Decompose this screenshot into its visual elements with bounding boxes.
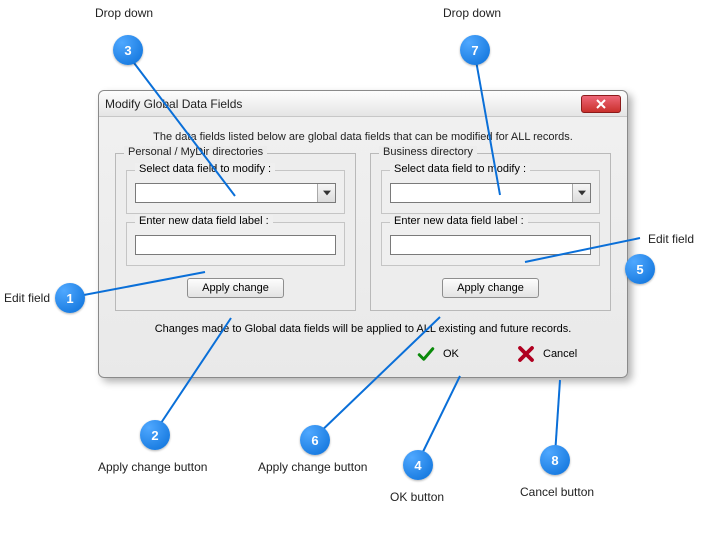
callout-bubble-6: 6 [300,425,330,455]
callout-bubble-7: 7 [460,35,490,65]
business-enter-sub: Enter new data field label : [381,222,600,266]
close-icon [595,99,607,109]
business-select-dropdown-button[interactable] [572,184,590,202]
personal-select-input[interactable] [136,184,317,202]
business-select-legend: Select data field to modify : [390,163,530,175]
x-icon [517,345,535,363]
personal-group: Personal / MyDir directories Select data… [115,153,356,311]
checkmark-icon [417,345,435,363]
dialog-body: The data fields listed below are global … [99,117,627,377]
personal-enter-input[interactable] [135,235,336,255]
business-enter-legend: Enter new data field label : [390,215,528,227]
columns: Personal / MyDir directories Select data… [115,153,611,311]
personal-select-combo[interactable] [135,183,336,203]
personal-legend: Personal / MyDir directories [124,146,267,158]
callout-label-6: Apply change button [258,460,367,474]
business-enter-input[interactable] [390,235,591,255]
callout-label-7: Drop down [443,6,501,20]
personal-enter-sub: Enter new data field label : [126,222,345,266]
titlebar: Modify Global Data Fields [99,91,627,117]
business-select-combo[interactable] [390,183,591,203]
business-group: Business directory Select data field to … [370,153,611,311]
modify-global-data-fields-dialog: Modify Global Data Fields The data field… [98,90,628,378]
ok-button[interactable]: OK [417,345,487,363]
personal-apply-button[interactable]: Apply change [187,278,284,298]
chevron-down-icon [323,190,331,196]
business-legend: Business directory [379,146,477,158]
ok-label: OK [443,348,487,360]
close-button[interactable] [581,95,621,113]
business-apply-button[interactable]: Apply change [442,278,539,298]
cancel-button[interactable]: Cancel [517,345,587,363]
callout-bubble-2: 2 [140,420,170,450]
business-select-sub: Select data field to modify : [381,170,600,214]
personal-select-legend: Select data field to modify : [135,163,275,175]
cancel-label: Cancel [543,348,587,360]
chevron-down-icon [578,190,586,196]
callout-label-2: Apply change button [98,460,207,474]
dialog-title: Modify Global Data Fields [105,97,581,111]
callout-label-4: OK button [390,490,444,504]
callout-bubble-1: 1 [55,283,85,313]
callout-bubble-8: 8 [540,445,570,475]
callout-bubble-4: 4 [403,450,433,480]
callout-label-1: Edit field [4,291,50,305]
callout-label-5: Edit field [648,232,694,246]
callout-bubble-5: 5 [625,254,655,284]
personal-enter-legend: Enter new data field label : [135,215,273,227]
callout-label-8: Cancel button [520,485,594,499]
intro-text: The data fields listed below are global … [115,131,611,143]
personal-select-sub: Select data field to modify : [126,170,345,214]
callout-label-3: Drop down [95,6,153,20]
personal-select-dropdown-button[interactable] [317,184,335,202]
callout-bubble-3: 3 [113,35,143,65]
business-select-input[interactable] [391,184,572,202]
dialog-footer: OK Cancel [115,345,611,363]
note-text: Changes made to Global data fields will … [115,323,611,335]
